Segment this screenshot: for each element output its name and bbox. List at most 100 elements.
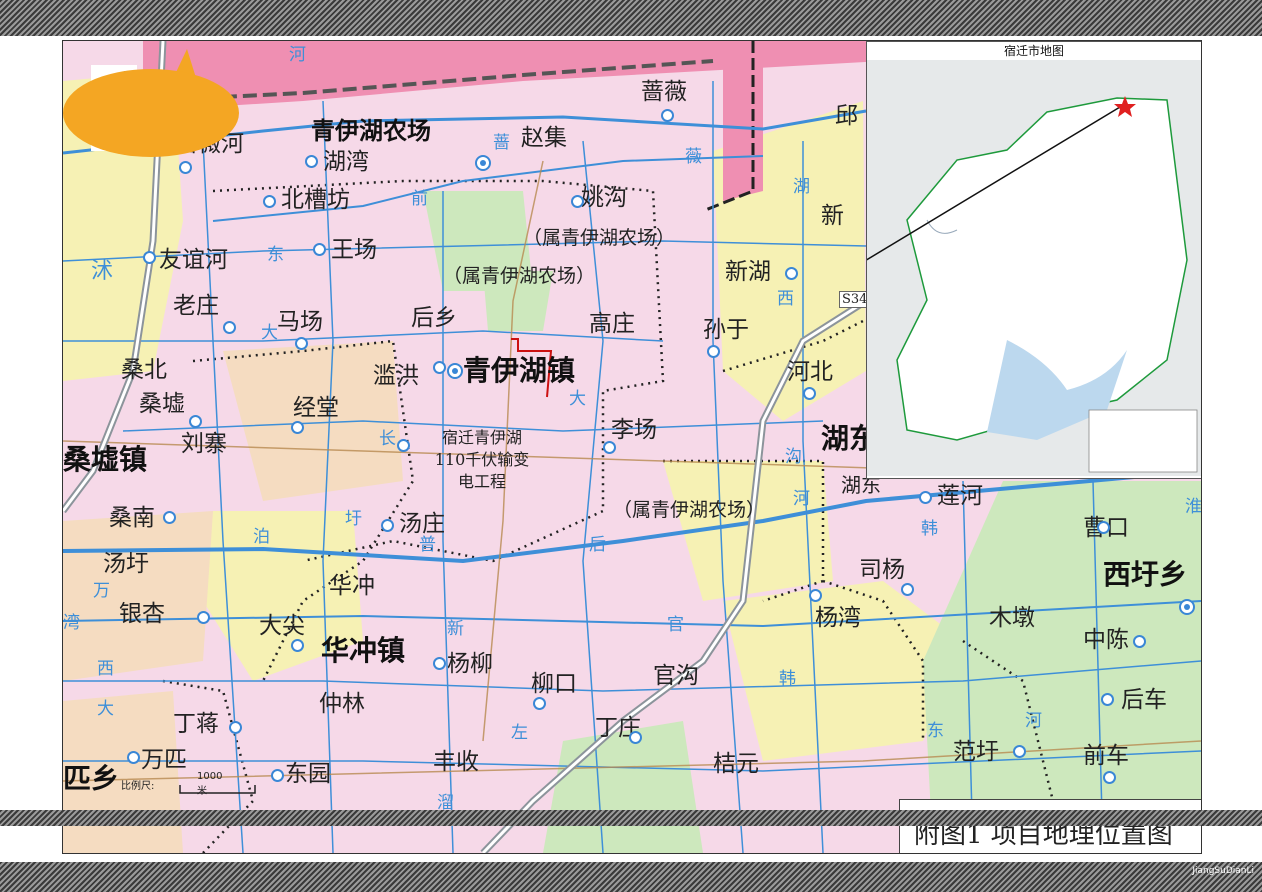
place-label: 河北 (787, 359, 833, 385)
farm-marker (475, 155, 491, 171)
river-label: 左 (511, 723, 528, 743)
place-label: 李场 (611, 417, 657, 443)
river-label: 后 (589, 535, 606, 555)
inset-map-drawing (867, 60, 1201, 476)
top-hatch-border (0, 0, 1262, 36)
village-marker (197, 611, 210, 624)
river-label: 普 (419, 535, 436, 555)
village-marker (189, 415, 202, 428)
village-marker (803, 387, 816, 400)
village-marker (661, 109, 674, 122)
farm-label: 青伊湖农场 (311, 116, 431, 145)
place-label: 杨湾 (815, 605, 861, 631)
place-label: 银杏 (119, 601, 165, 627)
village-marker (291, 421, 304, 434)
place-label: 官沟 (653, 663, 699, 689)
place-label: 赵集 (521, 125, 567, 151)
river-label: 薇 (685, 147, 702, 167)
village-marker (571, 195, 584, 208)
place-label: 邱 (835, 103, 858, 129)
place-label: 蔷薇 (641, 79, 687, 105)
place-label: 前车 (1083, 743, 1129, 769)
village-marker (1101, 693, 1114, 706)
place-label: 华冲 (329, 573, 375, 599)
scale-line (179, 785, 256, 794)
river-label: 西 (97, 659, 114, 679)
farm-belongs-label: （属青伊湖农场） (523, 227, 676, 249)
place-label: 万匹 (141, 747, 187, 773)
river-label: 大 (97, 699, 114, 719)
place-label: 北槽坊 (281, 187, 350, 213)
river-label: 新 (447, 619, 464, 639)
river-label: 沭 (91, 259, 114, 284)
place-label: 汤圩 (103, 551, 149, 577)
place-label: 东园 (285, 761, 331, 787)
place-label: 桑墟 (139, 391, 185, 417)
village-marker (533, 697, 546, 710)
inset-map: 宿迁市地图 (866, 41, 1201, 479)
place-label: 老庄 (173, 293, 219, 319)
village-marker (179, 161, 192, 174)
river-label: 韩 (921, 519, 938, 539)
farm-belongs-label: （属青伊湖农场） (443, 265, 596, 287)
village-marker (901, 583, 914, 596)
river-label: 湖 (793, 177, 810, 197)
town-label: 华冲镇 (321, 634, 406, 667)
village-marker (229, 721, 242, 734)
river-label: 大 (261, 323, 278, 343)
village-marker (707, 345, 720, 358)
callout-line: 宿迁青伊湖 (441, 428, 522, 447)
town-label: 桑墟镇 (63, 443, 148, 476)
place-label: 滥洪 (373, 363, 419, 389)
place-label: 王场 (331, 237, 377, 263)
river-label: 长 (379, 429, 396, 449)
callout-line: 110千伏输变 (434, 450, 530, 469)
village-marker (629, 731, 642, 744)
watermark: JiangSuDianLi (1192, 866, 1254, 876)
town-label: 西圩乡 (1103, 558, 1188, 591)
river-label: 泊 (253, 527, 270, 547)
village-marker (313, 243, 326, 256)
caption-box: 附图1 项目地理位置图 (899, 799, 1201, 853)
river-label: 前 (411, 189, 428, 209)
town-label: 匹乡 (63, 762, 120, 795)
place-label: 新 (821, 203, 844, 229)
inset-title: 宿迁市地图 (1003, 44, 1064, 58)
river-label: 官 (667, 615, 684, 635)
project-callout-text: 宿迁青伊湖 110千伏输变 电工程 (407, 427, 557, 493)
farm-belongs-label: （属青伊湖农场） (613, 499, 766, 521)
place-label: 高庄 (589, 311, 635, 337)
village-marker (143, 251, 156, 264)
river-label: 大 (569, 389, 586, 409)
place-label: 桑南 (109, 505, 155, 531)
village-marker (603, 441, 616, 454)
village-marker (785, 267, 798, 280)
place-label: 大尖 (259, 613, 305, 639)
village-marker (295, 337, 308, 350)
middle-hatch-band (0, 810, 1262, 826)
place-label: 湖湾 (323, 149, 369, 175)
place-label: 姚沟 (581, 185, 627, 211)
village-marker (1013, 745, 1026, 758)
village-marker (223, 321, 236, 334)
place-label: 汤庄 (399, 511, 445, 537)
village-marker (127, 751, 140, 764)
place-label: 桔元 (713, 751, 759, 777)
river-label: 蔷 (493, 133, 510, 153)
river-label: 东 (267, 245, 284, 265)
place-label: 友谊河 (159, 247, 228, 273)
village-marker (1103, 771, 1116, 784)
place-label: 司杨 (859, 557, 905, 583)
river-label: 淮 (1185, 497, 1202, 517)
river-label: 韩 (779, 669, 796, 689)
place-label: 木墩 (989, 605, 1035, 631)
place-label: 刘寨 (181, 431, 227, 457)
river-label: 河 (289, 45, 306, 65)
place-label: 丁蒋 (173, 711, 219, 737)
project-callout (63, 49, 239, 157)
village-marker (381, 519, 394, 532)
place-label: 孙于 (703, 317, 749, 343)
village-marker (263, 195, 276, 208)
village-marker (305, 155, 318, 168)
river-label: 西 (777, 289, 794, 309)
